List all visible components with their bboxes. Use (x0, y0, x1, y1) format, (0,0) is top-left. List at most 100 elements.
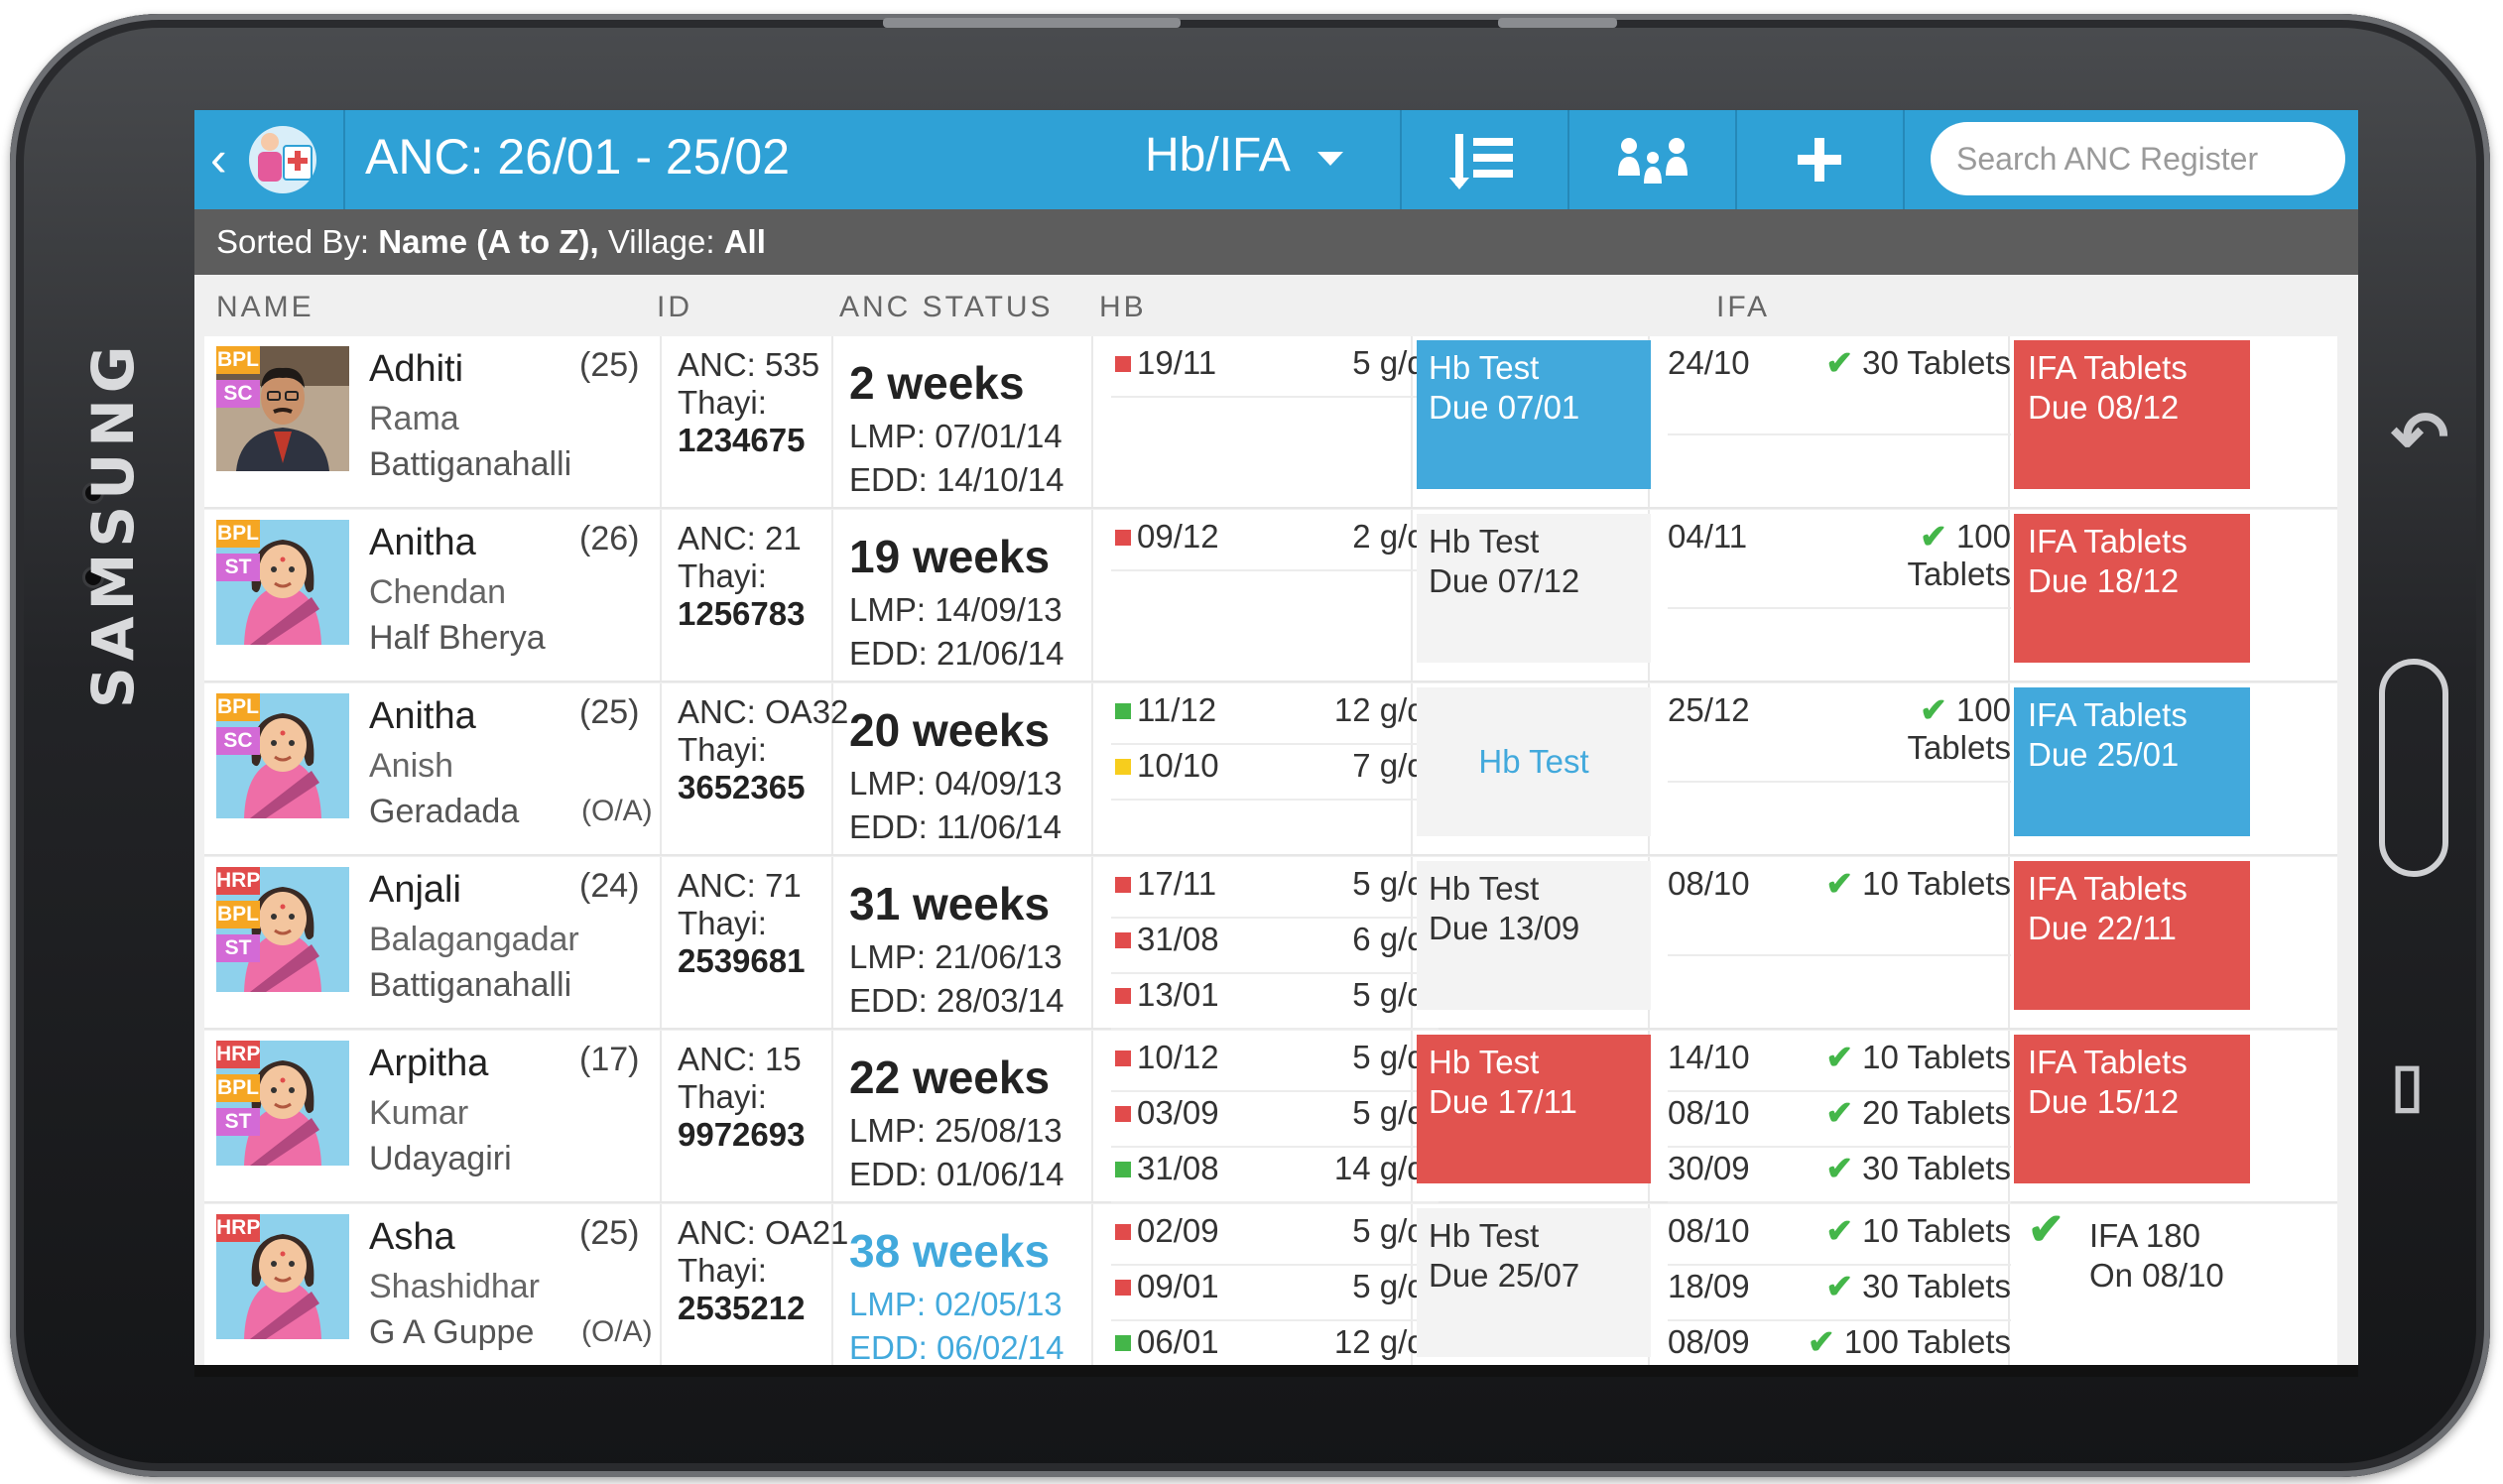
check-icon: ✔ (1825, 1150, 1863, 1186)
ifa-due-button[interactable]: IFA Tablets Due 25/01 (2014, 687, 2250, 836)
hb-date: 11/12 (1137, 691, 1217, 728)
ifa-history-cell: 04/11 ✔ 100 Tablets (1654, 510, 2011, 680)
id-block: ANC: OA32 Thayi: 3652365 (678, 693, 848, 806)
ifa-due-button[interactable]: ✔ IFA 180 On 08/10 (2014, 1208, 2250, 1357)
filter-dropdown[interactable]: Hb/IFA (1145, 128, 1291, 183)
ifa-history-cell: 08/10 ✔ 10 Tablets 18/09 ✔ 30 Tablets 08/09 ✔… (1654, 1204, 2011, 1377)
ifa-date: 08/09 (1668, 1323, 1750, 1360)
hb-entry: 13/01 5 g/dl (1111, 974, 1439, 1030)
hb-date: 03/09 (1137, 1094, 1219, 1131)
table-row[interactable]: HRP BPL ST Arpitha (17) Kumar Udayagiri ANC: 15… (204, 1031, 2337, 1203)
hb-test-due-button[interactable]: Hb Test Due 07/01 (1417, 340, 1651, 489)
anc-id: ANC: OA32 (678, 693, 849, 730)
hb-status-square (1115, 530, 1131, 546)
hb-entry: 31/08 14 g/dl (1111, 1148, 1439, 1203)
column-id[interactable]: ID (657, 291, 692, 324)
hb-date: 17/11 (1137, 865, 1217, 902)
husband-name: Chendan (369, 573, 507, 611)
app-logo-icon[interactable] (242, 120, 323, 199)
gestation-weeks: 2 weeks (849, 357, 1025, 409)
column-anc-status[interactable]: ANC STATUS (839, 291, 1054, 324)
status-badge: HRP (216, 1041, 260, 1068)
sort-list-icon[interactable] (1405, 110, 1564, 209)
hb-test-due-button[interactable]: Hb Test Due 13/09 (1417, 861, 1651, 1010)
hb-test-due-button[interactable]: Hb Test Due 17/11 (1417, 1035, 1651, 1183)
ifa-due-button[interactable]: IFA Tablets Due 15/12 (2014, 1035, 2250, 1183)
column-name[interactable]: NAME (216, 291, 314, 324)
table-row[interactable]: HRP BPL ST Anjali (24) Balagangadar Battiganah… (204, 857, 2337, 1030)
hb-entry: 09/12 2 g/dl (1111, 516, 1439, 571)
table-header: NAME ID ANC STATUS HB IFA (194, 275, 2358, 336)
id-cell: ANC: 535 Thayi: 1234675 (666, 336, 831, 507)
ifa-due-button[interactable]: IFA Tablets Due 08/12 (2014, 340, 2250, 489)
check-icon: ✔ (1920, 691, 1956, 728)
patient-name[interactable]: Asha (369, 1216, 455, 1259)
sorted-by-value: Name (A to Z), (378, 223, 599, 260)
hb-test-due-button[interactable]: Hb Test Due 07/12 (1417, 514, 1651, 663)
edd-date: EDD: 01/06/14 (849, 1156, 1064, 1192)
village-value: All (723, 223, 766, 260)
patient-name[interactable]: Anitha (369, 522, 476, 564)
back-chevron-icon[interactable]: ‹ (210, 130, 227, 187)
ifa-quantity: 30 Tablets (1862, 344, 2011, 381)
name-cell: HRP BPL ST Anjali (24) Balagangadar Battiganah… (204, 857, 660, 1028)
hb-due-title: Hb Test (1429, 523, 1540, 559)
id-cell: ANC: 71 Thayi: 2539681 (666, 857, 831, 1028)
anc-status-cell: 38 weeks LMP: 02/05/13 EDD: 06/02/14 (837, 1204, 1091, 1375)
id-cell: ANC: OA21 Thayi: 2535212 (666, 1204, 848, 1375)
hb-status-square (1115, 1224, 1131, 1240)
column-divider (660, 857, 662, 1028)
id-block: ANC: 21 Thayi: 1256783 (678, 520, 836, 633)
village-name: Battiganahalli (369, 966, 572, 1004)
patient-name[interactable]: Anitha (369, 695, 476, 738)
sort-filter-bar[interactable]: Sorted By: Name (A to Z), Village: All (194, 209, 2358, 275)
back-key-icon[interactable]: ↶ (2391, 396, 2449, 477)
column-ifa[interactable]: IFA (1716, 291, 1770, 324)
patient-name[interactable]: Adhiti (369, 348, 463, 391)
ifa-due-date: Due 08/12 (2028, 389, 2180, 426)
check-icon: ✔ (1825, 1268, 1863, 1304)
patient-name[interactable]: Arpitha (369, 1043, 488, 1085)
column-divider (660, 336, 662, 507)
ifa-due-date: On 08/10 (2089, 1257, 2224, 1294)
ifa-due-date: Due 15/12 (2028, 1083, 2180, 1120)
column-divider (1091, 857, 1093, 1028)
chevron-down-icon[interactable] (1317, 152, 1343, 166)
id-block: ANC: 71 Thayi: 2539681 (678, 867, 836, 980)
ifa-entry: 14/10 ✔ 10 Tablets (1668, 1037, 2011, 1092)
table-row[interactable]: HRP Asha (25) Shashidhar G A Guppe (O/A) ANC: … (204, 1204, 2337, 1377)
village-name: Udayagiri (369, 1140, 512, 1177)
family-icon[interactable] (1573, 110, 1732, 209)
column-hb[interactable]: HB (1099, 291, 1147, 324)
ifa-quantity-wrap: ✔ 30 Tablets (1825, 1150, 2011, 1187)
column-divider (660, 683, 662, 854)
table-row[interactable]: BPL SC Adhiti (25) Rama Battiganahalli ANC: 53… (204, 336, 2337, 509)
hb-due-title: Hb Test (1429, 1044, 1540, 1080)
home-button[interactable] (2379, 659, 2448, 877)
out-of-area-tag: (O/A) (581, 1315, 653, 1348)
ifa-quantity: 10 Tablets (1862, 865, 2011, 902)
id-cell: ANC: 15 Thayi: 9972693 (666, 1031, 831, 1201)
status-badge: BPL (216, 520, 260, 548)
column-divider (660, 1031, 662, 1201)
ifa-quantity: 100 Tablets (1843, 1323, 2011, 1360)
table-row[interactable]: BPL SC Anitha (25) Anish Geradada (O/A) ANC: OA… (204, 683, 2337, 856)
hb-test-due-button[interactable]: Hb Test Due 25/07 (1417, 1208, 1651, 1357)
check-icon: ✔ (1825, 865, 1863, 902)
ifa-due-button[interactable]: IFA Tablets Due 18/12 (2014, 514, 2250, 663)
name-cell: BPL SC Anitha (25) Anish Geradada (O/A) (204, 683, 660, 854)
hb-test-due-button[interactable]: Hb Test (1417, 687, 1651, 836)
add-icon[interactable] (1740, 110, 1899, 209)
ifa-date: 14/10 (1668, 1039, 1750, 1075)
search-input[interactable] (1931, 122, 2345, 195)
husband-name: Anish (369, 747, 454, 785)
table-row[interactable]: BPL ST Anitha (26) Chendan Half Bherya ANC: 21… (204, 510, 2337, 682)
ifa-due-title: IFA Tablets (2028, 349, 2188, 386)
ifa-due-button[interactable]: IFA Tablets Due 22/11 (2014, 861, 2250, 1010)
patient-age: (25) (579, 693, 640, 731)
patient-name[interactable]: Anjali (369, 869, 461, 912)
menu-key-icon[interactable]: ▯ (2391, 1051, 2424, 1120)
lmp-date: LMP: 07/01/14 (849, 418, 1063, 454)
hb-history-cell: 09/12 2 g/dl (1097, 510, 1439, 680)
column-divider (660, 1204, 662, 1375)
